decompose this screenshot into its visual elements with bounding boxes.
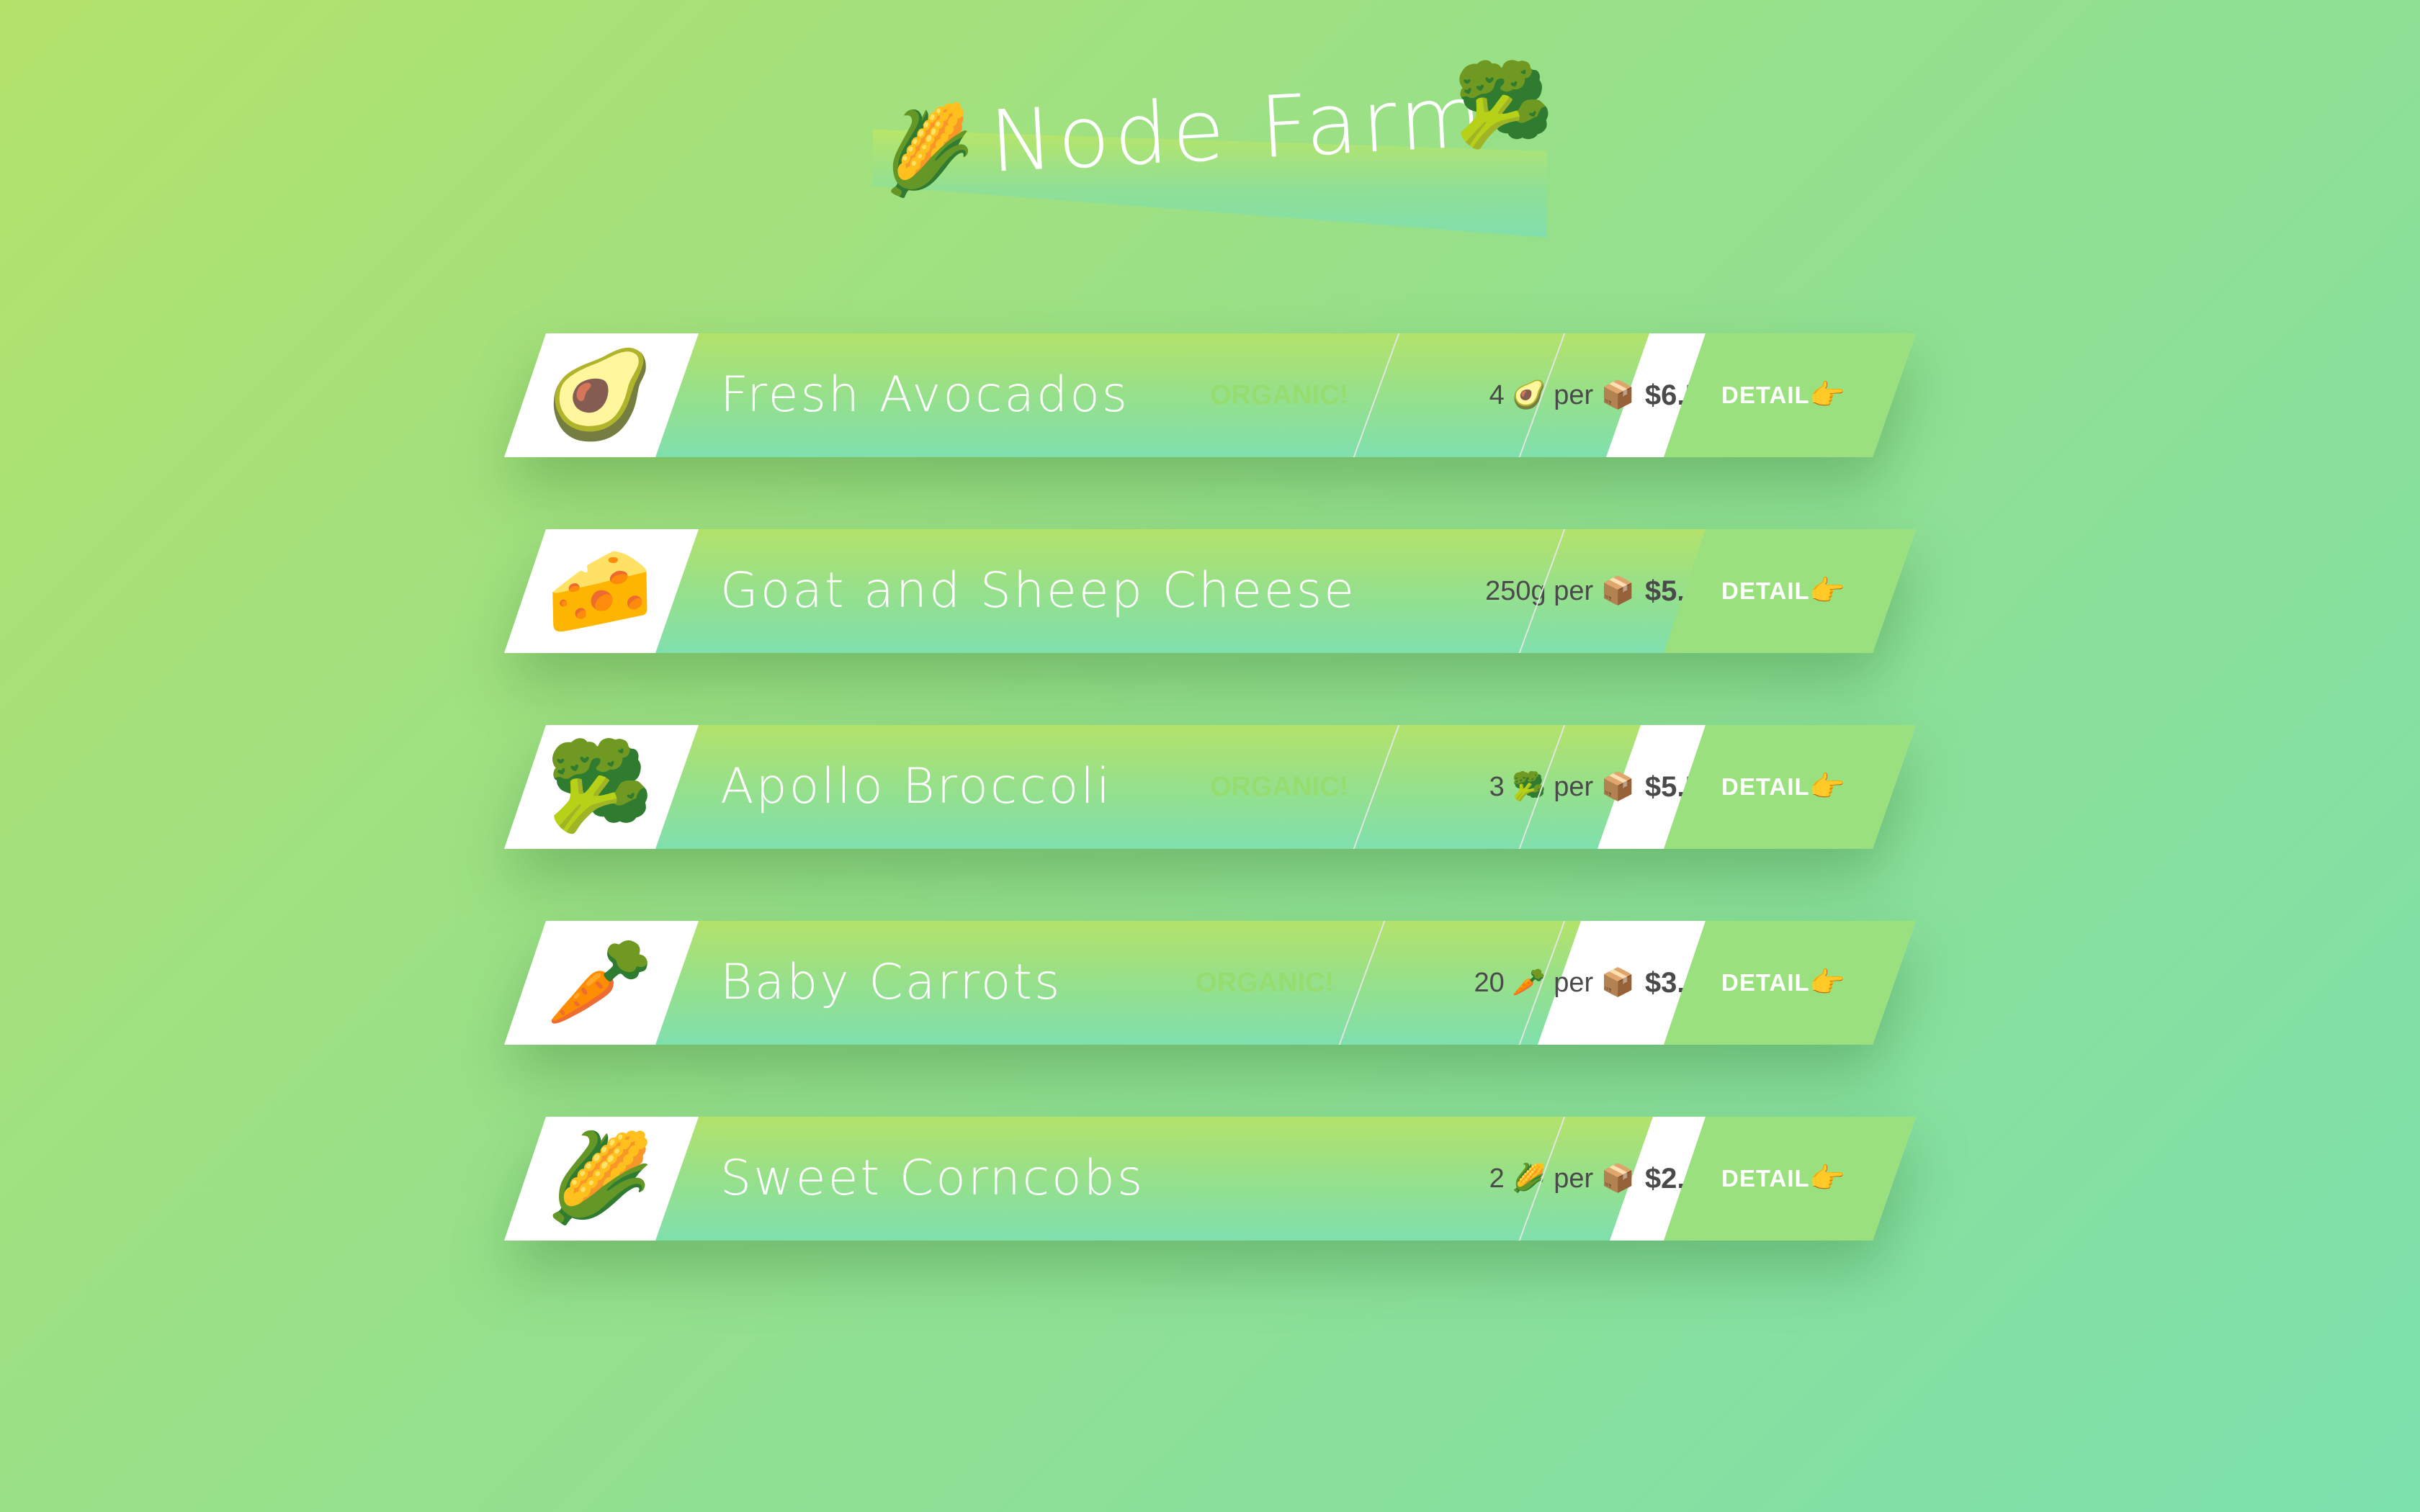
product-card: 🥑 Fresh Avocados ORGANIC! 4 🥑 per 📦 $6.5… [504, 333, 1916, 457]
pointing-hand-icon: 👉 [1809, 379, 1845, 412]
broccoli-icon: 🥦 [546, 737, 654, 837]
detail-button[interactable]: DETAIL 👉 [1664, 333, 1916, 457]
product-card: 🥦 Apollo Broccoli ORGANIC! 3 🥦 per 📦 $5.… [504, 725, 1916, 849]
detail-button-label: DETAIL [1721, 1165, 1810, 1192]
product-name[interactable]: Sweet Corncobs [720, 1117, 1144, 1241]
detail-button-label: DETAIL [1721, 577, 1810, 604]
product-name[interactable]: Goat and Sheep Cheese [720, 529, 1356, 653]
organic-badge: ORGANIC! [1210, 380, 1349, 410]
page-header: 🌽 Node Farm 🥦 [864, 65, 1556, 252]
carrot-icon: 🥕 [546, 932, 654, 1032]
detail-button[interactable]: DETAIL 👉 [1664, 921, 1916, 1045]
detail-button-label: DETAIL [1721, 382, 1810, 408]
product-name[interactable]: Fresh Avocados [720, 333, 1129, 457]
product-name[interactable]: Baby Carrots [720, 921, 1062, 1045]
cheese-icon: 🧀 [546, 541, 654, 641]
product-card: 🌽 Sweet Corncobs 2 🌽 per 📦 $2.00 DETAIL … [504, 1117, 1916, 1241]
pointing-hand-icon: 👉 [1809, 1162, 1845, 1195]
avocado-icon: 🥑 [546, 345, 654, 445]
detail-button-label: DETAIL [1721, 969, 1810, 996]
product-card: 🧀 Goat and Sheep Cheese 250g per 📦 $5.00… [504, 529, 1916, 653]
detail-button[interactable]: DETAIL 👉 [1664, 1117, 1916, 1241]
detail-button[interactable]: DETAIL 👉 [1664, 725, 1916, 849]
corn-icon: 🌽 [546, 1128, 654, 1228]
organic-badge: ORGANIC! [1196, 968, 1335, 998]
product-name[interactable]: Apollo Broccoli [720, 725, 1112, 849]
pointing-hand-icon: 👉 [1809, 966, 1845, 999]
corn-icon: 🌽 [871, 98, 983, 204]
product-card: 🥕 Baby Carrots ORGANIC! 20 🥕 per 📦 $3.00… [504, 921, 1916, 1045]
pointing-hand-icon: 👉 [1809, 770, 1845, 804]
product-list: 🥑 Fresh Avocados ORGANIC! 4 🥑 per 📦 $6.5… [504, 333, 1916, 1313]
pointing-hand-icon: 👉 [1809, 575, 1845, 608]
broccoli-icon: 🥦 [1453, 58, 1554, 152]
detail-button-label: DETAIL [1721, 773, 1810, 800]
detail-button[interactable]: DETAIL 👉 [1664, 529, 1916, 653]
organic-badge: ORGANIC! [1210, 772, 1349, 802]
